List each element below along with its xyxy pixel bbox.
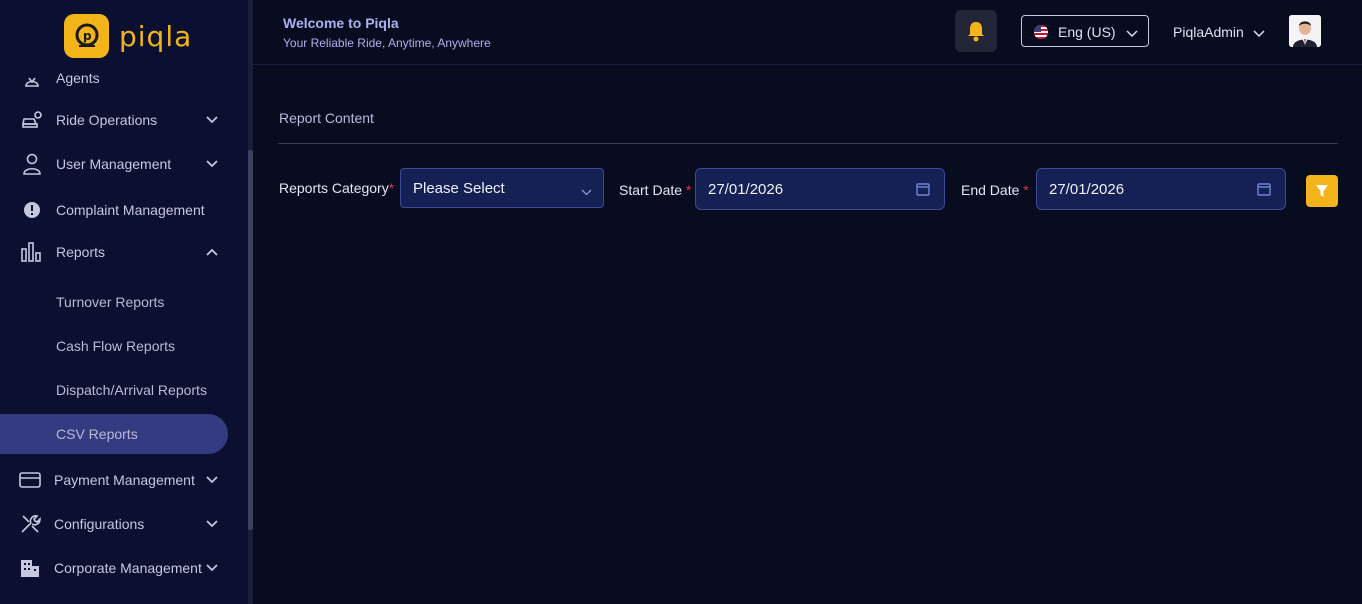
user-icon <box>20 152 44 176</box>
bell-icon <box>968 22 984 42</box>
sidebar-item-payment-management[interactable]: Payment Management <box>0 460 248 500</box>
card-icon <box>18 468 42 492</box>
sidebar-subitem-csv-reports[interactable]: CSV Reports <box>0 414 228 454</box>
calendar-icon[interactable] <box>1257 182 1271 201</box>
sidebar-item-label: Reports <box>56 244 106 260</box>
us-flag-icon <box>1034 25 1048 39</box>
user-menu-name[interactable]: PiqlaAdmin <box>1173 24 1244 40</box>
agent-icon <box>20 66 44 90</box>
top-header: Welcome to Piqla Your Reliable Ride, Any… <box>253 0 1362 65</box>
sidebar-item-label: Cash Flow Reports <box>56 338 176 354</box>
sidebar-item-label: Corporate Management <box>54 560 202 576</box>
calendar-icon[interactable] <box>916 182 930 201</box>
welcome-tagline: Your Reliable Ride, Anytime, Anywhere <box>283 36 491 50</box>
end-date-input[interactable]: 27/01/2026 <box>1036 168 1286 210</box>
sidebar-item-label: CSV Reports <box>56 426 138 442</box>
label-text: Reports Category <box>279 180 389 196</box>
sidebar-item-label: Turnover Reports <box>56 294 165 310</box>
clipboard-icon <box>20 600 44 604</box>
label-text: Start Date <box>619 182 683 198</box>
building-icon <box>18 556 42 580</box>
section-title: Report Content <box>279 110 374 126</box>
alert-circle-icon <box>20 198 44 222</box>
svg-text:p: p <box>83 29 92 43</box>
notification-button[interactable] <box>955 10 997 52</box>
sidebar-item-complaint-management[interactable]: Complaint Management <box>0 190 248 230</box>
chevron-down-icon[interactable] <box>205 561 219 575</box>
sidebar-item-partial[interactable] <box>0 592 248 604</box>
start-date-label: Start Date * <box>619 182 691 198</box>
sidebar-item-label: Payment Management <box>54 472 195 488</box>
sidebar-item-reports[interactable]: Reports <box>0 232 248 272</box>
car-gear-icon <box>20 108 44 132</box>
sidebar-item-label: Configurations <box>54 516 145 532</box>
reports-category-select[interactable]: Please Select <box>400 168 604 208</box>
required-mark: * <box>1023 182 1029 198</box>
language-selector[interactable]: Eng (US) <box>1021 15 1149 47</box>
logo-text: piqla <box>119 19 193 53</box>
reports-category-label: Reports Category* <box>279 180 394 196</box>
sidebar-item-agents[interactable]: Agents <box>0 58 248 98</box>
chevron-down-icon[interactable] <box>205 517 219 531</box>
sidebar-item-corporate-management[interactable]: Corporate Management <box>0 548 248 588</box>
sidebar-item-label: Complaint Management <box>56 202 205 218</box>
end-date-label: End Date * <box>961 182 1029 198</box>
section-divider <box>278 143 1338 144</box>
sidebar-item-ride-operations[interactable]: Ride Operations <box>0 100 248 140</box>
label-text: End Date <box>961 182 1020 198</box>
chevron-down-icon <box>1126 25 1138 43</box>
date-value: 27/01/2026 <box>708 181 784 198</box>
chevron-down-icon[interactable] <box>205 473 219 487</box>
required-mark: * <box>685 182 692 198</box>
filter-button[interactable] <box>1306 175 1338 207</box>
chevron-up-icon[interactable] <box>205 245 219 259</box>
start-date-input[interactable]: 27/01/2026 <box>695 168 945 210</box>
select-value: Please Select <box>413 180 505 197</box>
language-label: Eng (US) <box>1058 24 1116 40</box>
chevron-down-icon[interactable] <box>1253 25 1265 43</box>
logo-badge-icon: p <box>64 14 109 58</box>
required-mark: * <box>388 180 395 196</box>
chevron-down-icon[interactable] <box>205 157 219 171</box>
sidebar-item-label: Dispatch/Arrival Reports <box>56 382 207 398</box>
sidebar-item-label: Ride Operations <box>56 112 158 128</box>
welcome-title: Welcome to Piqla <box>283 15 399 31</box>
sidebar-scrollbar-thumb[interactable] <box>248 150 253 530</box>
sidebar-subitem-cash-flow-reports[interactable]: Cash Flow Reports <box>0 326 248 366</box>
logo[interactable]: p piqla <box>64 14 192 58</box>
chevron-down-icon <box>581 183 592 201</box>
sidebar-item-label: Agents <box>56 70 100 86</box>
tools-icon <box>18 512 42 536</box>
sidebar-item-label: User Management <box>56 156 172 172</box>
date-value: 27/01/2026 <box>1049 181 1125 198</box>
chevron-down-icon[interactable] <box>205 113 219 127</box>
bar-chart-icon <box>20 240 44 264</box>
filter-icon <box>1316 185 1328 197</box>
sidebar-item-user-management[interactable]: User Management <box>0 144 248 184</box>
sidebar-subitem-dispatch-arrival-reports[interactable]: Dispatch/Arrival Reports <box>0 370 248 410</box>
sidebar: p piqla Agents Ride Operations User Mana… <box>0 0 248 604</box>
avatar[interactable] <box>1289 15 1321 47</box>
sidebar-item-configurations[interactable]: Configurations <box>0 504 248 544</box>
sidebar-subitem-turnover-reports[interactable]: Turnover Reports <box>0 282 248 322</box>
